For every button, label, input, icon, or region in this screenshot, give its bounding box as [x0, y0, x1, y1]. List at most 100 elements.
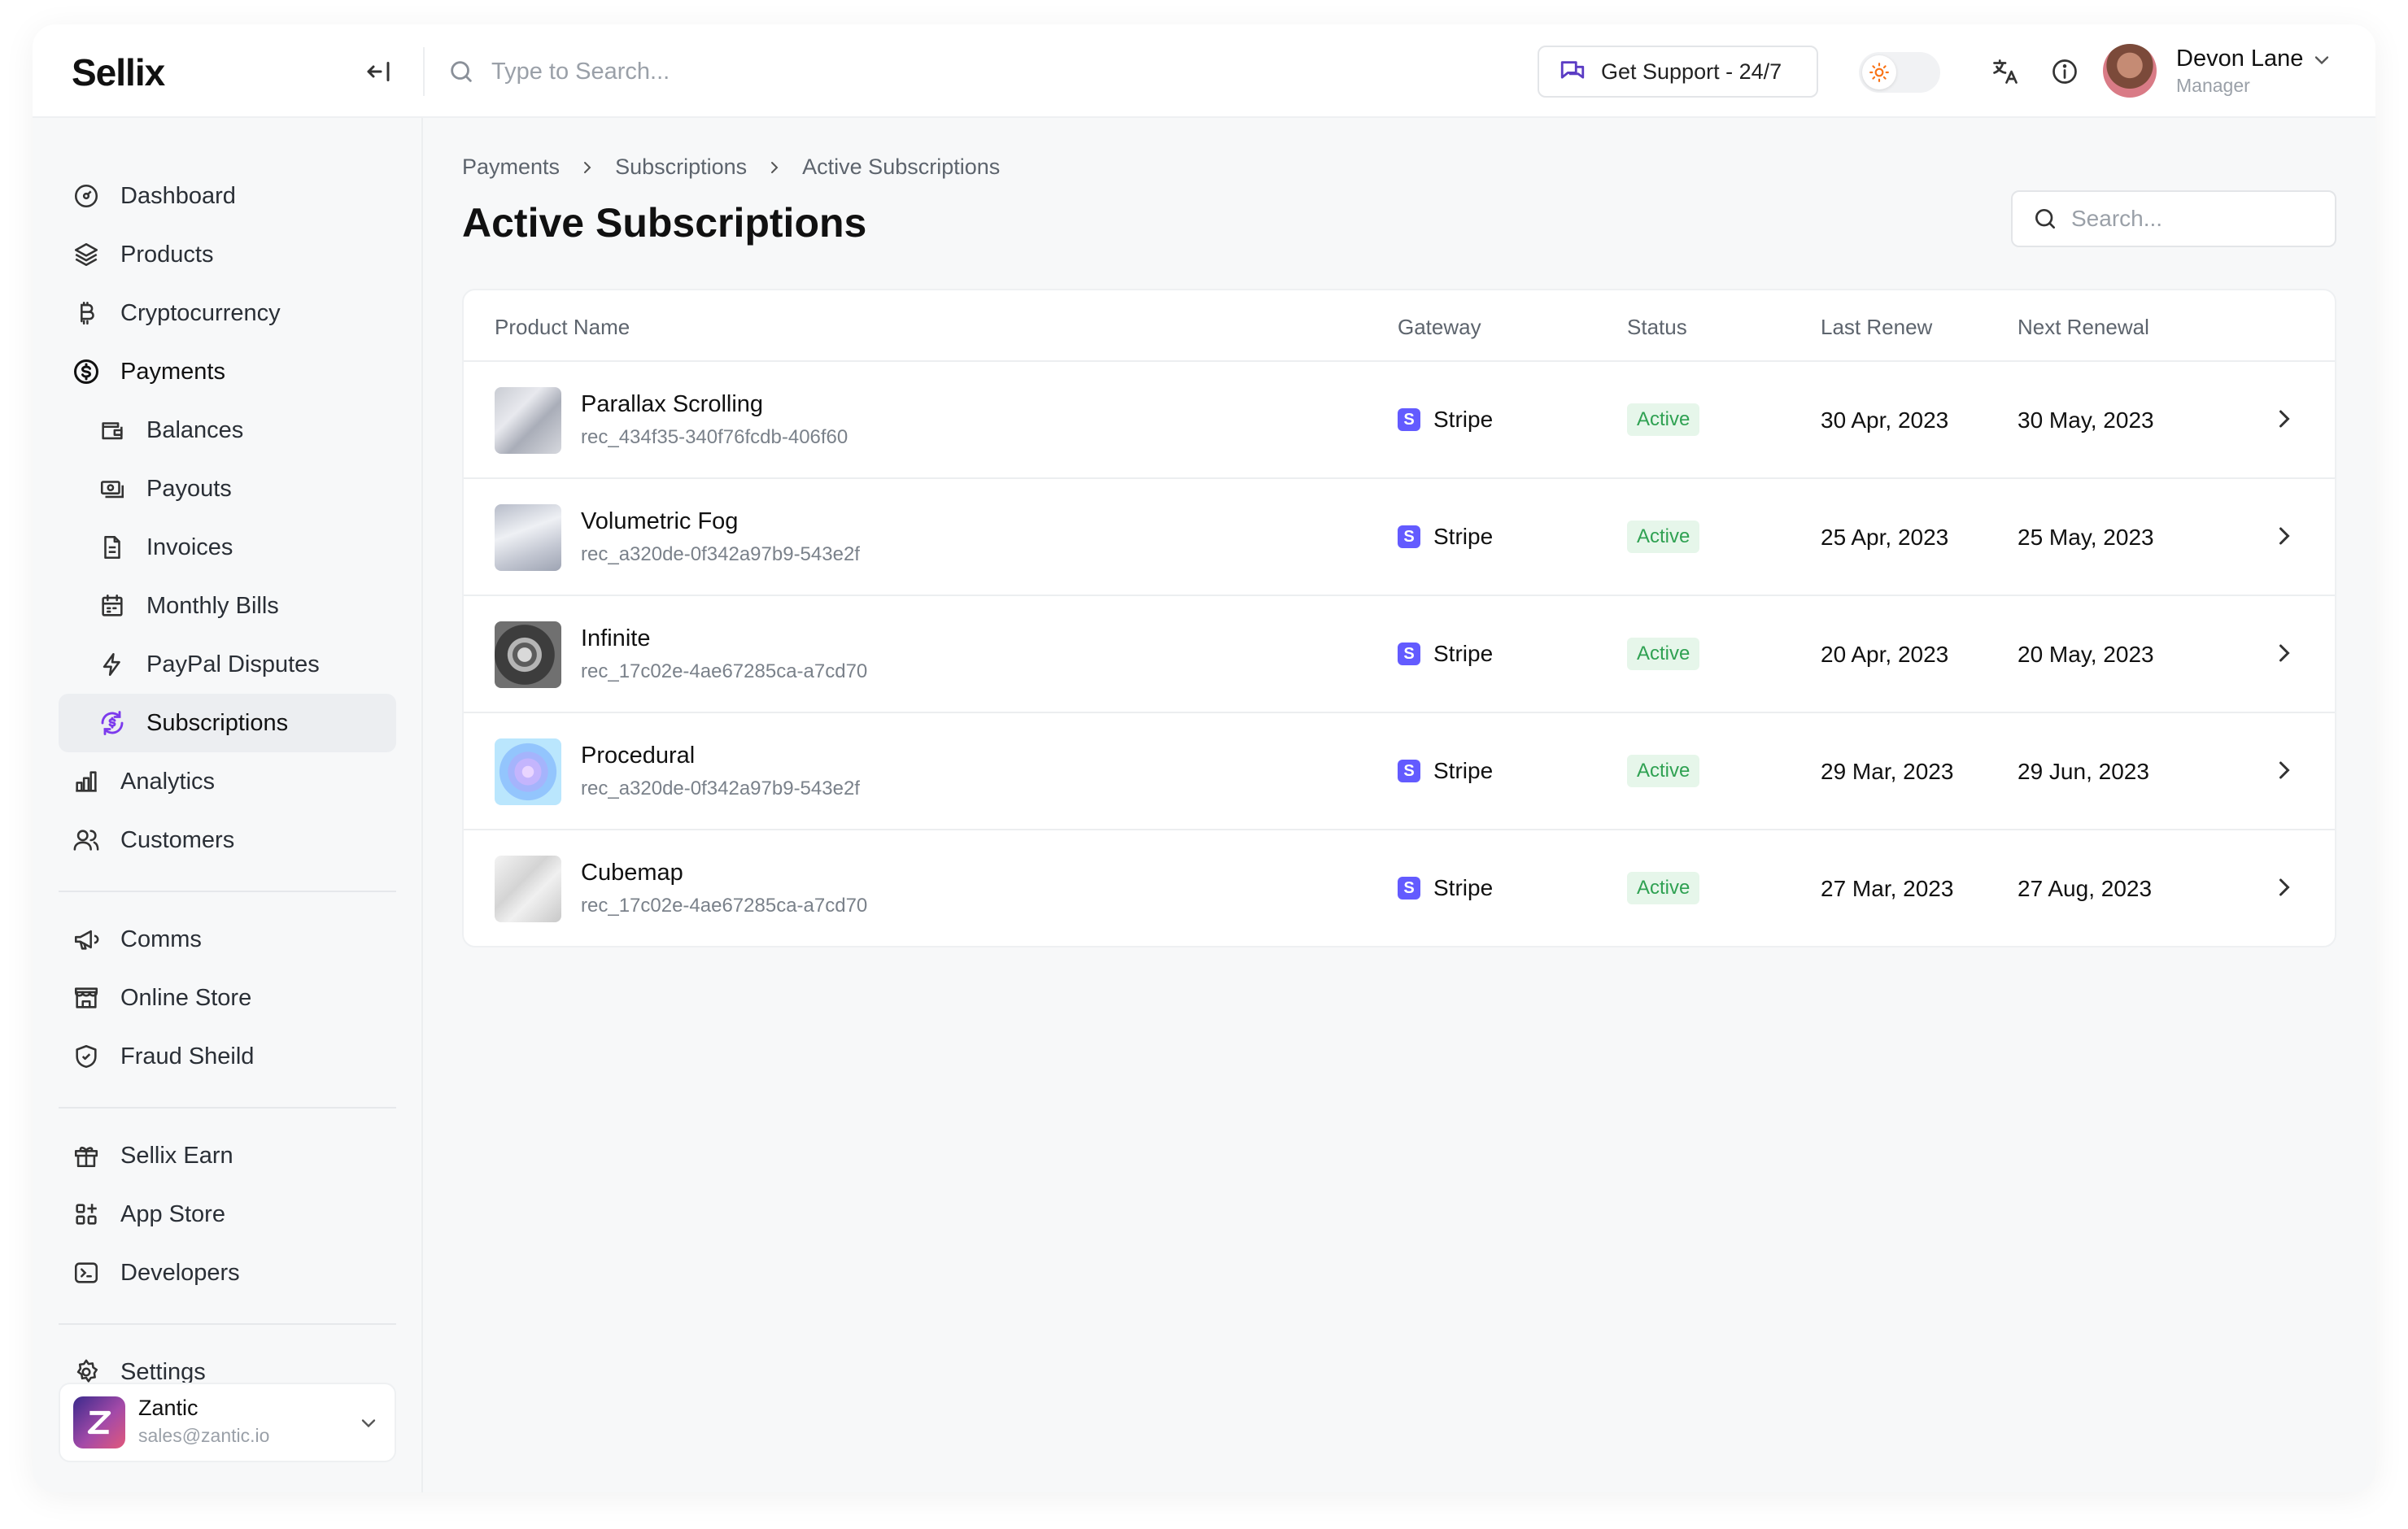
column-header-gateway[interactable]: Gateway: [1398, 315, 1481, 340]
user-name[interactable]: Devon Lane: [2176, 46, 2303, 72]
record-id: rec_a320de-0f342a97b9-543e2f: [581, 778, 860, 799]
collapse-sidebar-button[interactable]: [362, 55, 395, 88]
sidebar-item-analytics[interactable]: Analytics: [59, 752, 396, 811]
sidebar-item-comms[interactable]: Comms: [59, 910, 396, 969]
last-renew-date: 29 Mar, 2023: [1821, 759, 1954, 784]
sidebar-item-paypal-disputes[interactable]: PayPal Disputes: [59, 635, 396, 694]
product-name: Procedural: [581, 743, 696, 769]
product-thumbnail: [495, 621, 561, 688]
stripe-icon: S: [1398, 525, 1420, 548]
sidebar-item-label: Developers: [120, 1259, 240, 1286]
chevron-right-icon: [2279, 527, 2290, 545]
global-search-input[interactable]: [491, 58, 979, 85]
table-row[interactable]: Parallax Scrolling rec_434f35-340f76fcdb…: [464, 362, 2335, 479]
breadcrumb-subscriptions[interactable]: Subscriptions: [615, 155, 747, 180]
last-renew-date: 20 Apr, 2023: [1821, 642, 1949, 667]
search-icon: [2035, 209, 2055, 229]
account-switcher[interactable]: Zantic sales@zantic.io: [59, 1383, 396, 1462]
invoice-icon: [96, 531, 129, 564]
gift-icon: [70, 1139, 103, 1172]
gateway-cell: S Stripe: [1398, 758, 1493, 784]
sidebar-item-sellix-earn[interactable]: Sellix Earn: [59, 1126, 396, 1185]
sidebar-item-label: Balances: [146, 416, 244, 443]
get-support-button[interactable]: Get Support - 24/7: [1538, 46, 1818, 98]
table-row[interactable]: Procedural rec_a320de-0f342a97b9-543e2f …: [464, 713, 2335, 830]
sidebar-item-label: Products: [120, 241, 214, 268]
sidebar-item-payouts[interactable]: Payouts: [59, 460, 396, 518]
breadcrumb-active-subscriptions: Active Subscriptions: [802, 155, 1001, 179]
sidebar-item-online-store[interactable]: Online Store: [59, 969, 396, 1027]
sidebar-item-label: PayPal Disputes: [146, 651, 320, 677]
sidebar-item-label: Subscriptions: [146, 709, 289, 736]
support-label: Get Support - 24/7: [1601, 59, 1782, 84]
users-icon: [70, 824, 103, 856]
sidebar-divider: [59, 1107, 396, 1109]
account-email: sales@zantic.io: [138, 1425, 270, 1446]
status-badge: Active: [1627, 403, 1700, 436]
sidebar-item-dashboard[interactable]: Dashboard: [59, 167, 396, 225]
next-renewal-date: 30 May, 2023: [2018, 407, 2154, 433]
dashboard-icon: [70, 180, 103, 212]
sidebar-item-cryptocurrency[interactable]: Cryptocurrency: [59, 284, 396, 342]
collapse-icon: [367, 62, 390, 81]
breadcrumb: Payments Subscriptions Active Subscripti…: [462, 155, 1000, 180]
account-name: Zantic: [138, 1396, 198, 1420]
sidebar-item-label: Fraud Sheild: [120, 1043, 255, 1069]
table-row[interactable]: Volumetric Fog rec_a320de-0f342a97b9-543…: [464, 479, 2335, 596]
sidebar-item-developers[interactable]: Developers: [59, 1244, 396, 1302]
sidebar-item-label: Analytics: [120, 768, 216, 795]
column-header-product[interactable]: Product Name: [495, 315, 630, 340]
store-icon: [70, 982, 103, 1014]
account-logo: [73, 1396, 125, 1448]
table-row[interactable]: Infinite rec_17c02e-4ae67285ca-a7cd70 SS…: [464, 596, 2335, 713]
app-logo[interactable]: Sellix: [72, 50, 165, 94]
language-button[interactable]: [1989, 55, 2022, 88]
row-open-chevron[interactable]: [2270, 873, 2299, 906]
sidebar-item-payments[interactable]: Payments: [59, 342, 396, 401]
info-icon: [2052, 59, 2077, 84]
theme-toggle[interactable]: [1859, 52, 1940, 93]
breadcrumb-payments[interactable]: Payments: [462, 155, 560, 180]
record-id: rec_17c02e-4ae67285ca-a7cd70: [581, 660, 868, 682]
sidebar-item-app-store[interactable]: App Store: [59, 1185, 396, 1244]
gateway-name: Stripe: [1433, 641, 1494, 666]
sidebar-item-balances[interactable]: Balances: [59, 401, 396, 460]
table-search[interactable]: [2011, 190, 2336, 247]
calendar-icon: [96, 590, 129, 622]
row-open-chevron[interactable]: [2270, 521, 2299, 555]
account-chevron: [357, 1412, 380, 1439]
sidebar-item-label: Online Store: [120, 984, 252, 1011]
sidebar-item-label: Dashboard: [120, 182, 236, 209]
table-row[interactable]: Cubemap rec_17c02e-4ae67285ca-a7cd70 S St…: [464, 830, 2335, 946]
product-name: Volumetric Fog: [581, 508, 739, 534]
user-menu-chevron[interactable]: [2310, 49, 2333, 76]
row-open-chevron[interactable]: [2270, 756, 2299, 789]
page-title: Active Subscriptions: [462, 200, 867, 246]
sidebar-item-customers[interactable]: Customers: [59, 811, 396, 869]
sidebar-item-label: Payments: [120, 358, 225, 385]
column-header-last-renew[interactable]: Last Renew: [1821, 315, 1932, 340]
column-header-next-renewal[interactable]: Next Renewal: [2018, 315, 2149, 340]
sidebar-item-monthly-bills[interactable]: Monthly Bills: [59, 577, 396, 635]
global-search[interactable]: [447, 49, 1017, 94]
stripe-icon: S: [1398, 643, 1420, 665]
sidebar-item-label: Customers: [120, 826, 235, 853]
megaphone-icon: [70, 923, 103, 956]
sidebar-item-invoices[interactable]: Invoices: [59, 518, 396, 577]
table-header: Product Name Gateway Status Last Renew N…: [464, 290, 2335, 362]
chevron-right-icon: [2279, 878, 2290, 896]
record-id: rec_a320de-0f342a97b9-543e2f: [581, 543, 860, 565]
row-open-chevron[interactable]: [2270, 404, 2299, 438]
payout-icon: [96, 473, 129, 505]
sidebar-item-label: Settings: [120, 1358, 206, 1385]
column-header-status[interactable]: Status: [1627, 315, 1687, 340]
table-search-input[interactable]: [2071, 206, 2332, 232]
user-avatar[interactable]: [2103, 44, 2157, 98]
row-open-chevron[interactable]: [2270, 638, 2299, 672]
gateway-name: Stripe: [1433, 758, 1494, 783]
sidebar-item-subscriptions[interactable]: Subscriptions: [59, 694, 396, 752]
sidebar-item-products[interactable]: Products: [59, 225, 396, 284]
sidebar-item-fraud-shield[interactable]: Fraud Sheild: [59, 1027, 396, 1086]
info-button[interactable]: [2048, 55, 2081, 88]
top-bar: Sellix Get Support - 24/7 Devon Lane Man…: [33, 24, 2375, 118]
